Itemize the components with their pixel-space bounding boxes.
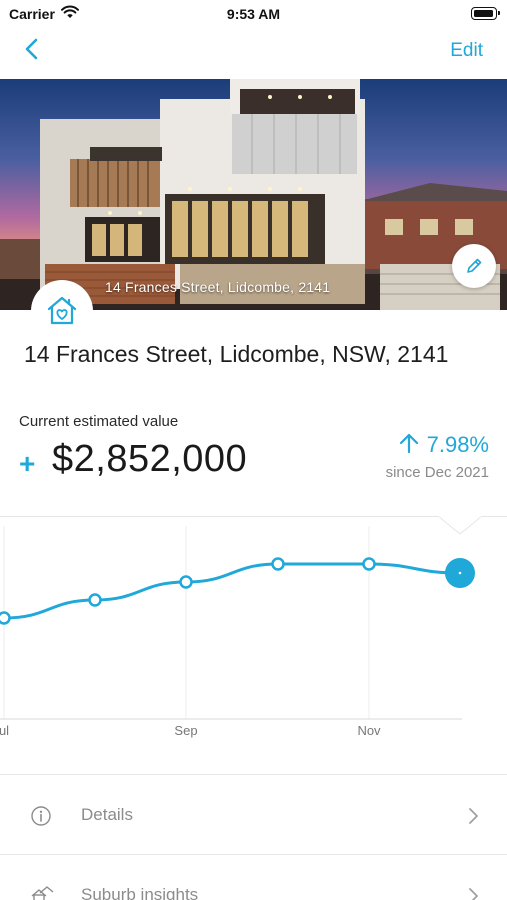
suburb-insights-row[interactable]: Suburb insights (0, 854, 507, 900)
change-percent: 7.98% (426, 432, 489, 457)
edit-button[interactable]: Edit (450, 40, 483, 62)
x-tick-label: ul (0, 723, 9, 738)
data-point[interactable] (179, 575, 193, 589)
status-bar: Carrier 9:53 AM (0, 0, 507, 28)
battery-icon (471, 7, 500, 20)
estimated-value: $2,852,000 (52, 438, 248, 480)
home-heart-icon (47, 296, 77, 325)
value-history-chart[interactable]: ul Sep Nov (0, 516, 507, 772)
pencil-icon (467, 258, 482, 273)
back-button[interactable] (20, 36, 50, 66)
data-point[interactable] (88, 593, 102, 607)
value-prefix: + (19, 448, 36, 479)
selected-point-center (458, 571, 462, 575)
chevron-left-icon (25, 38, 38, 60)
property-address: 14 Frances Street, Lidcombe, NSW, 2141 (24, 341, 449, 367)
value-line (3, 562, 461, 620)
data-point[interactable] (271, 557, 285, 571)
suburb-icon (30, 885, 54, 900)
details-row[interactable]: Details (0, 774, 507, 854)
value-change: 7.98% (399, 432, 489, 459)
x-tick-label: Nov (357, 723, 381, 738)
chevron-right-icon (467, 807, 479, 830)
x-tick-label: Sep (174, 723, 197, 738)
clock: 9:53 AM (226, 6, 281, 22)
suburb-insights-label: Suburb insights (81, 885, 199, 900)
estimated-value-label: Current estimated value (19, 413, 179, 430)
house-photo-illustration (0, 79, 507, 310)
edit-photo-button[interactable] (452, 244, 496, 288)
nav-bar: Edit (0, 28, 507, 78)
change-since-label: since Dec 2021 (385, 464, 489, 481)
arrow-up-icon (399, 432, 419, 459)
data-point[interactable] (362, 557, 376, 571)
chevron-right-icon (467, 887, 479, 900)
photo-caption: 14 Frances Street, Lidcombe, 2141 (105, 279, 331, 295)
details-label: Details (81, 805, 133, 824)
property-photo: 14 Frances Street, Lidcombe, 2141 (0, 79, 507, 310)
home-heart-badge (31, 280, 93, 342)
info-icon (30, 805, 52, 832)
data-point[interactable] (0, 611, 11, 625)
